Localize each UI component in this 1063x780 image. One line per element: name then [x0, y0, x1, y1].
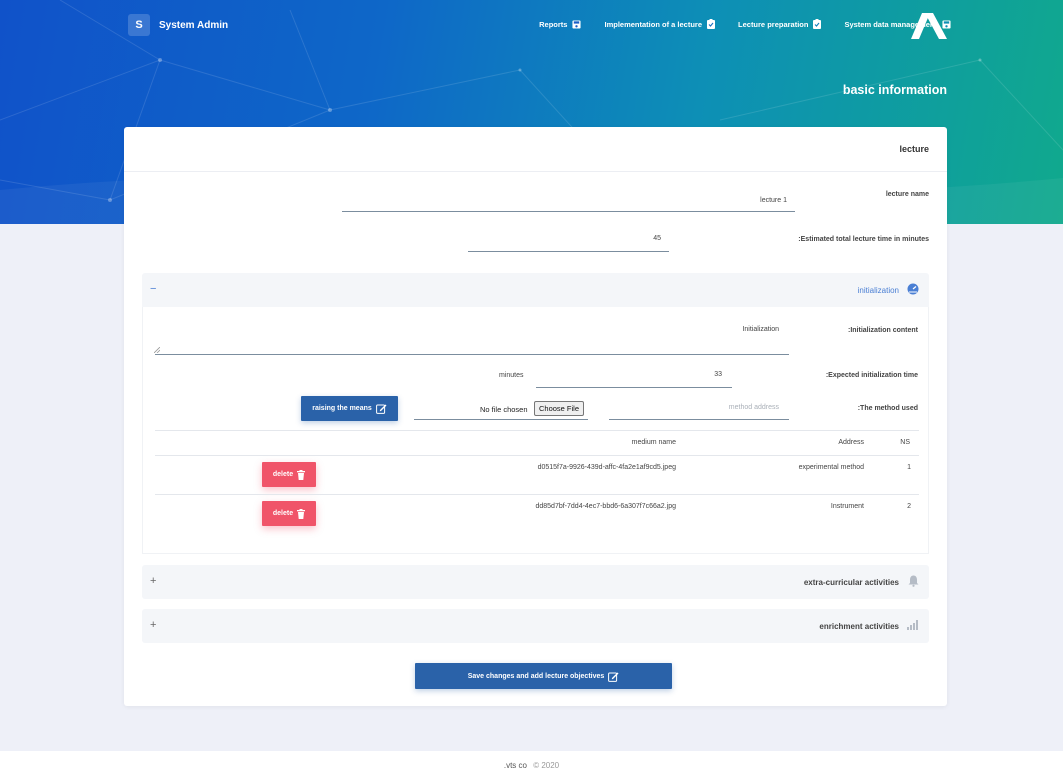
table-header-line — [155, 455, 919, 456]
bell-icon — [908, 575, 919, 587]
initialization-title: initialization — [857, 286, 899, 295]
nav-label: Lecture preparation — [738, 19, 809, 29]
extracurricular-header[interactable]: + extra-curricular activities — [142, 565, 929, 599]
initialization-content-underline — [155, 354, 789, 355]
nav-label: Reports — [539, 19, 568, 29]
estimated-time-underline — [468, 251, 669, 252]
main-nav: Reports Implementation of a lecture Lect… — [516, 19, 951, 29]
footer-brand[interactable]: .vts co — [504, 761, 527, 770]
page-title: basic information — [842, 83, 947, 97]
col-medium-name: medium name — [631, 439, 676, 446]
file-underline — [414, 419, 588, 420]
col-address: Address — [838, 439, 864, 446]
resize-handle-icon[interactable] — [154, 347, 160, 353]
footer-copyright: © 2020 — [533, 761, 560, 770]
table-top-line — [155, 430, 919, 431]
footer-text: .vts co © 2020 — [0, 761, 1063, 770]
edit-icon — [608, 672, 619, 682]
logo-icon[interactable] — [911, 13, 947, 39]
collapse-toggle[interactable]: − — [150, 283, 156, 295]
save-icon — [572, 19, 582, 29]
lecture-name-input[interactable]: lecture 1 — [760, 197, 787, 204]
expected-time-input[interactable]: 33 — [714, 371, 722, 378]
initialization-body: :Initialization content Initialization :… — [142, 307, 929, 554]
nav-label: Implementation of a lecture — [604, 19, 703, 29]
brand-name: System Admin — [159, 19, 229, 31]
footer: .vts co © 2020 — [0, 751, 1063, 780]
initialization-content-label: :Initialization content — [848, 327, 918, 334]
save-changes-button[interactable]: Save changes and add lecture objectives — [415, 663, 672, 689]
enrichment-title: enrichment activities — [819, 622, 899, 631]
enrichment-header[interactable]: + enrichment activities — [142, 609, 929, 643]
top-navbar: S System Admin Reports Implementation of… — [128, 14, 951, 38]
lecture-card: lecture lecture name lecture 1 :Estimate… — [124, 127, 947, 706]
nav-item-lecture-preparation[interactable]: Lecture preparation — [738, 19, 822, 29]
nav-item-reports[interactable]: Reports — [539, 19, 582, 29]
table-row-line — [155, 494, 919, 495]
delete-button[interactable]: delete — [262, 462, 316, 487]
initialization-header[interactable]: − initialization — [142, 273, 929, 307]
row-ns: 2 — [907, 503, 911, 510]
delete-button[interactable]: delete — [262, 501, 316, 526]
method-address-underline — [609, 419, 789, 420]
edit-icon — [375, 404, 387, 414]
button-label: raising the means — [312, 405, 372, 412]
extracurricular-section[interactable]: + extra-curricular activities — [142, 565, 929, 599]
expected-time-label: :Expected initialization time — [825, 372, 918, 379]
row-medium-name: d0515f7a-9926-439d-affc-4fa2e1af9cd5.jpe… — [537, 464, 676, 471]
dashboard-icon — [907, 283, 919, 295]
brand-avatar: S — [128, 14, 150, 36]
method-address-input[interactable]: method address — [729, 404, 779, 411]
button-label: delete — [272, 471, 294, 478]
choose-file-button[interactable]: Choose File — [534, 401, 585, 416]
card-title: lecture — [899, 144, 929, 154]
initialization-content-input[interactable]: Initialization — [742, 326, 779, 333]
row-medium-name: dd85d7bf-7dd4-4ec7-bbd6-6a307f7c66a2.jpg — [535, 503, 676, 510]
extracurricular-title: extra-curricular activities — [803, 578, 899, 587]
clipboard-check-icon — [707, 19, 716, 29]
estimated-time-input[interactable]: 45 — [653, 235, 661, 242]
col-ns: NS — [900, 439, 910, 446]
trash-icon — [297, 469, 306, 480]
row-ns: 1 — [907, 464, 911, 471]
raising-means-button[interactable]: raising the means — [301, 396, 398, 421]
expand-toggle[interactable]: + — [150, 575, 156, 587]
enrichment-section[interactable]: + enrichment activities — [142, 609, 929, 643]
row-address: experimental method — [798, 464, 864, 471]
button-label: Save changes and add lecture objectives — [467, 672, 605, 680]
signal-icon — [907, 620, 918, 630]
trash-icon — [297, 508, 306, 519]
button-label: delete — [272, 510, 294, 517]
expected-time-underline — [536, 387, 732, 388]
expand-toggle[interactable]: + — [150, 619, 156, 631]
estimated-time-label: :Estimated total lecture time in minutes — [798, 236, 929, 243]
minutes-unit: minutes — [499, 372, 524, 379]
file-status: No file chosen — [480, 405, 528, 414]
method-label: :The method used — [857, 405, 918, 412]
initialization-section: − initialization :Initialization content… — [142, 273, 929, 554]
lecture-name-label: lecture name — [885, 191, 929, 198]
card-header: lecture — [124, 127, 947, 172]
brand[interactable]: S System Admin — [128, 14, 228, 36]
clipboard-check-icon — [813, 19, 822, 29]
nav-item-implementation[interactable]: Implementation of a lecture — [604, 19, 716, 29]
lecture-name-underline — [342, 211, 795, 212]
row-address: Instrument — [830, 503, 864, 510]
